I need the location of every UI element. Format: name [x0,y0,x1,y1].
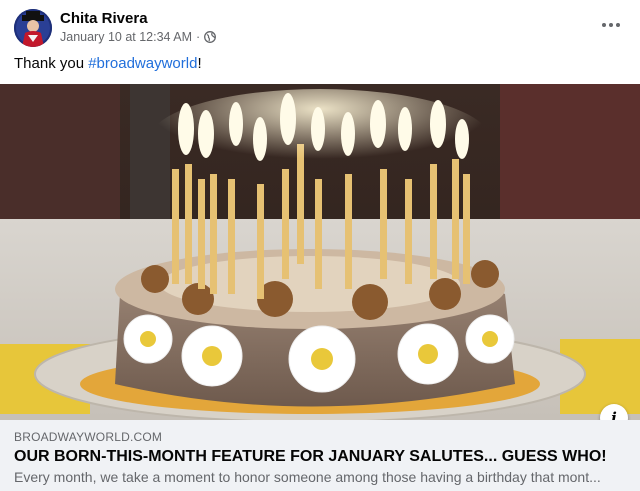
author-avatar[interactable] [14,9,52,47]
dot-icon [602,23,606,27]
meta-separator: · [196,30,201,44]
author-name[interactable]: Chita Rivera [60,10,148,27]
link-preview-card[interactable]: BROADWAYWORLD.COM OUR BORN-THIS-MONTH FE… [0,420,640,491]
post-timestamp[interactable]: January 10 at 12:34 AM [60,30,192,44]
dot-icon [609,23,613,27]
link-title[interactable]: OUR BORN-THIS-MONTH FEATURE FOR JANUARY … [14,448,607,466]
globe-icon[interactable] [204,31,217,43]
post-text: Thank you #broadwayworld! [14,55,202,72]
post-meta: January 10 at 12:34 AM · [60,30,217,44]
post-photo[interactable] [0,84,640,420]
birthday-cake-image [0,84,640,420]
link-description: Every month, we take a moment to honor s… [14,469,601,485]
hashtag-link[interactable]: #broadwayworld [88,55,197,72]
post-header: Chita Rivera January 10 at 12:34 AM · [0,0,640,50]
more-options-button[interactable] [598,14,624,36]
post-text-suffix: ! [197,55,202,72]
post-text-prefix: Thank you [14,55,89,72]
link-domain: BROADWAYWORLD.COM [14,430,163,444]
facebook-post: Chita Rivera January 10 at 12:34 AM · Th… [0,0,640,491]
dot-icon [616,23,620,27]
